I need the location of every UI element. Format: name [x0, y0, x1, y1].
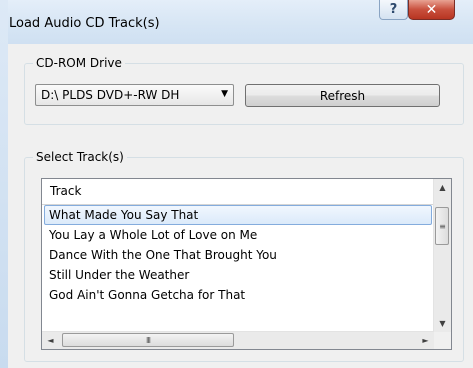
scroll-left-icon[interactable]: ◄	[42, 332, 59, 349]
horizontal-scroll-thumb[interactable]: III	[62, 333, 234, 347]
close-button[interactable]: ✕	[408, 0, 455, 20]
cd-rom-drive-label: CD-ROM Drive	[33, 56, 125, 70]
scroll-right-icon[interactable]: ►	[417, 332, 434, 349]
list-item[interactable]: What Made You Say That	[44, 205, 432, 225]
chevron-down-icon: ▼	[221, 89, 228, 99]
help-button[interactable]: ?	[379, 0, 408, 20]
dialog-window: Load Audio CD Track(s) ? ✕ CD-ROM Drive …	[0, 0, 473, 368]
window-title: Load Audio CD Track(s)	[9, 16, 160, 31]
drive-select-value: D:\ PLDS DVD+-RW DH	[41, 88, 180, 102]
list-item[interactable]: You Lay a Whole Lot of Love on Me	[42, 225, 434, 245]
vertical-scroll-thumb[interactable]: ≡	[435, 207, 449, 245]
refresh-button-label: Refresh	[319, 88, 366, 103]
cd-rom-drive-group: CD-ROM Drive D:\ PLDS DVD+-RW DH ▼ Refre…	[24, 56, 464, 125]
drive-select[interactable]: D:\ PLDS DVD+-RW DH ▼	[35, 84, 234, 106]
scrollbar-corner	[434, 332, 451, 349]
refresh-button[interactable]: Refresh	[245, 84, 440, 107]
track-rows: What Made You Say That You Lay a Whole L…	[42, 205, 434, 305]
title-bar[interactable]: Load Audio CD Track(s) ? ✕	[0, 0, 473, 44]
track-list[interactable]: Track What Made You Say That You Lay a W…	[41, 178, 452, 350]
list-item[interactable]: Dance With the One That Brought You	[42, 245, 434, 265]
list-item[interactable]: God Ain't Gonna Getcha for That	[42, 285, 434, 305]
scroll-down-icon[interactable]: ▼	[434, 315, 451, 332]
close-icon: ✕	[425, 1, 438, 18]
scroll-up-icon[interactable]: ▲	[434, 179, 451, 196]
help-icon: ?	[389, 2, 398, 17]
list-item[interactable]: Still Under the Weather	[42, 265, 434, 285]
column-header-track[interactable]: Track	[42, 179, 434, 205]
horizontal-scrollbar[interactable]: ◄ III ►	[42, 331, 434, 349]
column-header-label: Track	[50, 184, 82, 198]
select-tracks-label: Select Track(s)	[33, 150, 127, 164]
select-tracks-group: Select Track(s) Track What Made You Say …	[24, 150, 464, 362]
window-frame-left	[0, 0, 8, 368]
grip-icon: III	[145, 335, 151, 345]
grip-icon: ≡	[439, 221, 446, 231]
vertical-scrollbar[interactable]: ▲ ≡ ▼	[433, 179, 451, 332]
dialog-body: CD-ROM Drive D:\ PLDS DVD+-RW DH ▼ Refre…	[8, 44, 473, 368]
